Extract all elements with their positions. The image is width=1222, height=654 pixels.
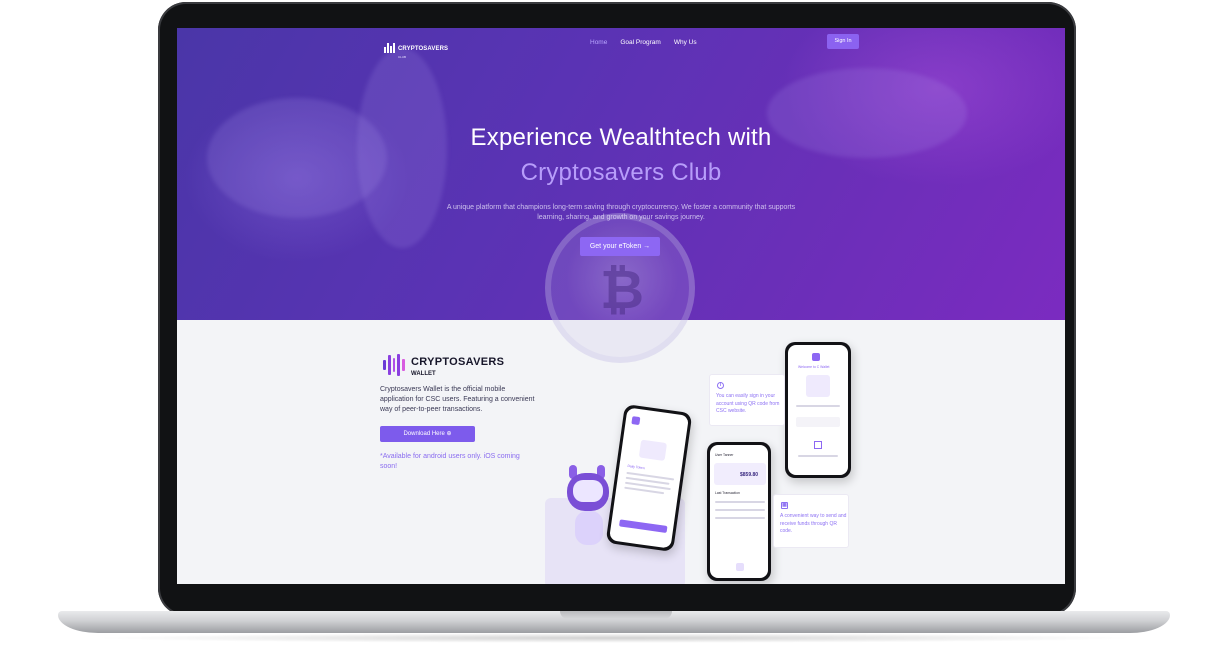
brand-name: CRYPTOSAVERS	[398, 46, 449, 52]
scan-icon	[736, 563, 744, 571]
welcome-label: Welcome to C Wallet	[798, 365, 830, 369]
phone-submit-button	[618, 519, 668, 533]
nav-links: Home Goal Program Why Us	[590, 39, 697, 46]
laptop-shadow	[90, 633, 1140, 643]
feature-text: A convenient way to send and receive fun…	[780, 513, 847, 534]
phone-mockup-welcome: Welcome to C Wallet	[785, 342, 851, 478]
download-button[interactable]: Download Here ⊕	[380, 426, 475, 442]
transaction-row	[715, 509, 765, 511]
hero-section: ₿ CRYPTOSAVERS CLUB Home Goal Program Wh…	[177, 28, 1065, 363]
transaction-row	[715, 517, 765, 519]
app-logo-icon	[812, 353, 820, 361]
robot-face	[573, 480, 603, 502]
pin-input	[796, 417, 840, 427]
laptop-notch	[560, 611, 672, 619]
user-name: User Tanner	[715, 453, 734, 457]
transaction-row	[715, 501, 765, 503]
daily-token-label: Daily Token	[627, 463, 646, 471]
logo-mark-icon	[384, 43, 395, 53]
feature-card-signin: i You can easily sign in your account us…	[709, 374, 785, 426]
phone-mockup-wallet: User Tanner $859.80 Last Transaction	[707, 442, 771, 581]
wallet-logo-icon	[383, 354, 405, 376]
nav-link-why-us[interactable]: Why Us	[674, 39, 697, 46]
feature-text: You can easily sign in your account usin…	[716, 393, 780, 414]
robot-body	[575, 511, 603, 545]
wallet-logo: CRYPTOSAVERS WALLET	[383, 352, 504, 378]
brand-sub: CLUB	[398, 55, 407, 59]
feature-card-qr: ▦ A convenient way to send and receive f…	[773, 494, 849, 548]
text-line	[796, 405, 840, 407]
qr-icon	[814, 441, 822, 449]
phone-screen: User Tanner $859.80 Last Transaction	[710, 445, 768, 578]
nav-link-goal-program[interactable]: Goal Program	[620, 39, 660, 46]
browser-screen: ₿ CRYPTOSAVERS CLUB Home Goal Program Wh…	[177, 28, 1065, 584]
wallet-brand-sub: WALLET	[411, 371, 436, 377]
qr-icon: ▦	[781, 502, 788, 509]
transactions-label: Last Transaction	[715, 491, 740, 495]
wallet-brand-name: CRYPTOSAVERS	[411, 356, 505, 368]
phone-screen: Welcome to C Wallet	[788, 345, 848, 475]
hero-title: Experience Wealthtech with	[470, 124, 772, 151]
phone-illustration	[806, 375, 830, 397]
text-line	[798, 455, 838, 457]
bitcoin-icon: ₿	[599, 260, 644, 320]
top-nav: CRYPTOSAVERS CLUB Home Goal Program Why …	[177, 28, 1065, 59]
app-logo-icon	[631, 416, 641, 426]
hero-description: A unique platform that champions long-te…	[446, 204, 796, 221]
wallet-description: Cryptosavers Wallet is the official mobi…	[380, 386, 535, 413]
sign-in-button[interactable]: Sign In	[827, 34, 859, 49]
balance-value: $859.80	[740, 472, 759, 478]
nav-link-home[interactable]: Home	[590, 39, 607, 46]
get-etoken-button[interactable]: Get your eToken →	[580, 237, 660, 256]
availability-note: *Available for android users only. iOS c…	[380, 453, 520, 470]
phone-illustration	[638, 439, 668, 461]
brand-logo[interactable]: CRYPTOSAVERS CLUB	[384, 37, 448, 59]
info-icon: i	[717, 382, 724, 389]
hero-title-highlight: Cryptosavers Club	[520, 159, 722, 186]
